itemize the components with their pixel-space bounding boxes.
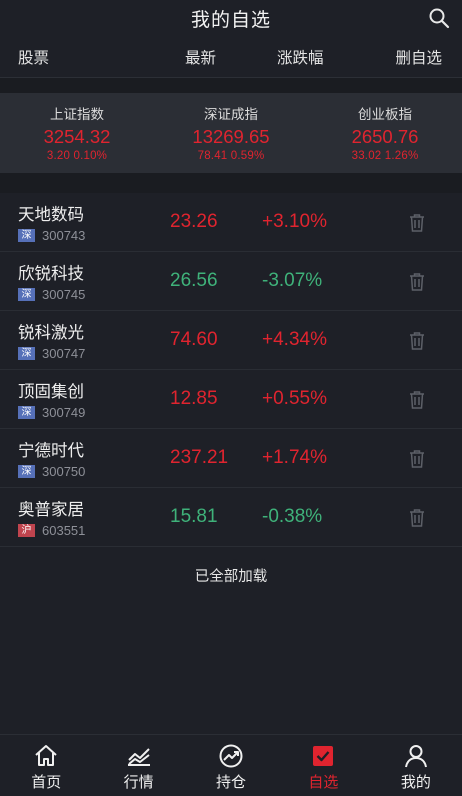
search-icon[interactable] bbox=[428, 7, 450, 29]
trash-icon[interactable] bbox=[408, 508, 426, 528]
col-change: 涨跌幅 bbox=[277, 49, 324, 67]
tab-label: 行情 bbox=[123, 774, 154, 791]
page-title: 我的自选 bbox=[190, 9, 271, 31]
index-change: 33.02 1.26% bbox=[351, 150, 419, 162]
trash-icon[interactable] bbox=[408, 449, 426, 469]
stock-name: 欣锐科技 bbox=[18, 265, 84, 283]
stock-row[interactable]: 宁德时代 深 300750 237.21 +1.74% bbox=[0, 429, 462, 488]
stock-code: 300750 bbox=[42, 464, 86, 479]
tab-label: 首页 bbox=[31, 774, 62, 791]
gauge-icon bbox=[219, 744, 243, 768]
col-name: 股票 bbox=[18, 49, 50, 67]
loaded-message: 已全部加载 bbox=[194, 569, 268, 585]
trash-icon[interactable] bbox=[408, 390, 426, 410]
tab-holdings[interactable]: 持仓 bbox=[185, 735, 277, 796]
index-chinext[interactable]: 创业板指 2650.76 33.02 1.26% bbox=[308, 93, 462, 173]
tab-watchlist[interactable]: 自选 bbox=[277, 735, 369, 796]
stock-code: 603551 bbox=[42, 523, 86, 538]
market-badge: 深 bbox=[18, 288, 35, 301]
market-badge: 沪 bbox=[18, 524, 35, 537]
market-badge: 深 bbox=[18, 347, 35, 360]
stock-change: +1.74% bbox=[262, 447, 327, 468]
divider bbox=[0, 78, 462, 93]
stock-change: +3.10% bbox=[262, 211, 327, 232]
index-name: 创业板指 bbox=[358, 107, 412, 122]
stock-row[interactable]: 奥普家居 沪 603551 15.81 -0.38% bbox=[0, 488, 462, 547]
stock-code: 300745 bbox=[42, 287, 86, 302]
stock-list: 天地数码 深 300743 23.26 +3.10% 欣锐科技 深 300745 2… bbox=[0, 193, 462, 547]
index-shanghai[interactable]: 上证指数 3254.32 3.20 0.10% bbox=[0, 93, 154, 173]
trash-icon[interactable] bbox=[408, 272, 426, 292]
stock-row[interactable]: 顶固集创 深 300749 12.85 +0.55% bbox=[0, 370, 462, 429]
bottom-nav: 首页 行情 持仓 自选 我的 bbox=[0, 734, 462, 796]
stock-price: 237.21 bbox=[170, 447, 229, 468]
stock-code: 300743 bbox=[42, 228, 86, 243]
stock-name: 天地数码 bbox=[18, 206, 84, 224]
stock-change: -0.38% bbox=[262, 506, 323, 527]
stock-row[interactable]: 欣锐科技 深 300745 26.56 -3.07% bbox=[0, 252, 462, 311]
index-shenzhen[interactable]: 深证成指 13269.65 78.41 0.59% bbox=[154, 93, 308, 173]
stock-change: -3.07% bbox=[262, 270, 323, 291]
tab-profile[interactable]: 我的 bbox=[370, 735, 462, 796]
index-change: 3.20 0.10% bbox=[46, 150, 108, 162]
tab-label: 自选 bbox=[308, 774, 339, 791]
index-value: 3254.32 bbox=[43, 126, 111, 147]
tab-home[interactable]: 首页 bbox=[0, 735, 92, 796]
trash-icon[interactable] bbox=[408, 331, 426, 351]
stock-price: 12.85 bbox=[170, 388, 218, 409]
column-header: 股票 最新 涨跌幅 删自选 bbox=[0, 36, 462, 78]
stock-name: 锐科激光 bbox=[18, 324, 84, 342]
index-value: 2650.76 bbox=[351, 126, 419, 147]
trash-icon[interactable] bbox=[408, 213, 426, 233]
chart-icon bbox=[127, 748, 150, 766]
home-icon bbox=[35, 745, 57, 766]
tab-label: 我的 bbox=[400, 774, 431, 791]
col-price: 最新 bbox=[185, 49, 217, 67]
index-name: 深证成指 bbox=[204, 107, 258, 122]
tab-market[interactable]: 行情 bbox=[92, 735, 184, 796]
index-name: 上证指数 bbox=[50, 107, 104, 122]
stock-change: +0.55% bbox=[262, 388, 327, 409]
tab-label: 持仓 bbox=[216, 774, 247, 791]
stock-price: 74.60 bbox=[170, 329, 218, 350]
market-badge: 深 bbox=[18, 465, 35, 478]
market-badge: 深 bbox=[18, 406, 35, 419]
stock-row[interactable]: 锐科激光 深 300747 74.60 +4.34% bbox=[0, 311, 462, 370]
stock-code: 300749 bbox=[42, 405, 86, 420]
stock-name: 宁德时代 bbox=[18, 442, 84, 460]
checkbox-icon bbox=[313, 746, 334, 766]
index-change: 78.41 0.59% bbox=[197, 150, 265, 162]
stock-change: +4.34% bbox=[262, 329, 327, 350]
stock-price: 26.56 bbox=[170, 270, 218, 291]
stock-name: 顶固集创 bbox=[18, 383, 84, 401]
stock-price: 15.81 bbox=[170, 506, 218, 527]
header: 我的自选 bbox=[0, 0, 462, 36]
index-strip: 上证指数 3254.32 3.20 0.10% 深证成指 13269.65 78… bbox=[0, 93, 462, 173]
divider bbox=[0, 173, 462, 193]
app: 我的自选 股票 最新 涨跌幅 删自选 上证指数 3254.32 3.20 0.1… bbox=[0, 0, 462, 796]
stock-code: 300747 bbox=[42, 346, 86, 361]
user-icon bbox=[404, 745, 427, 768]
col-remove: 删自选 bbox=[395, 49, 442, 67]
index-value: 13269.65 bbox=[192, 126, 270, 147]
market-badge: 深 bbox=[18, 229, 35, 242]
stock-name: 奥普家居 bbox=[18, 501, 84, 519]
stock-row[interactable]: 天地数码 深 300743 23.26 +3.10% bbox=[0, 193, 462, 252]
stock-price: 23.26 bbox=[170, 211, 218, 232]
